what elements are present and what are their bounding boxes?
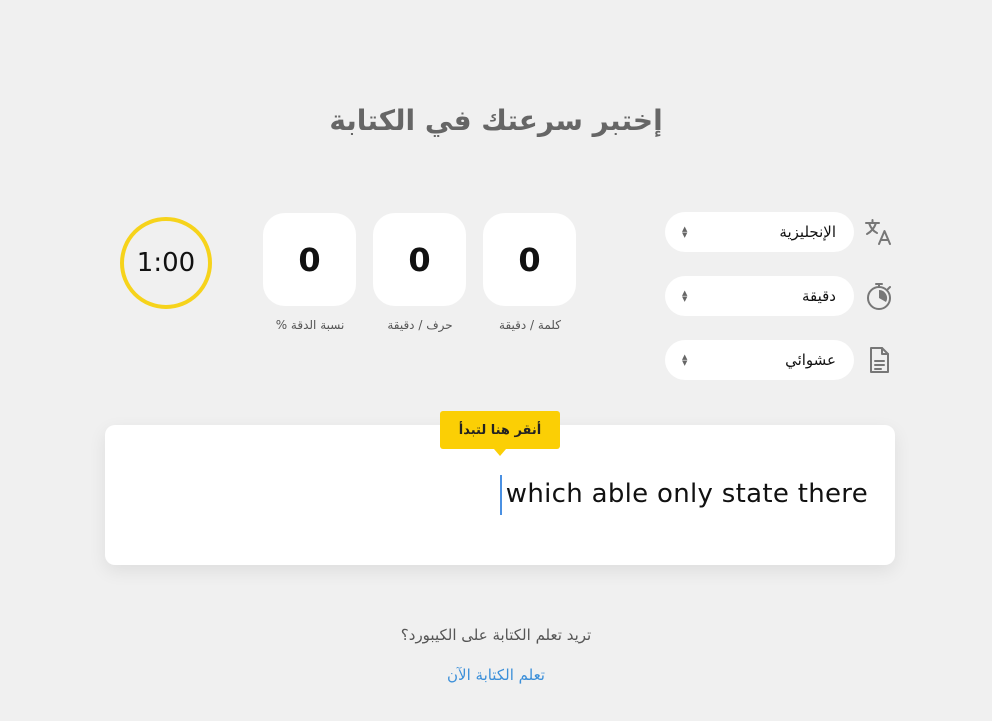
- language-value: الإنجليزية: [779, 223, 836, 241]
- chars-per-minute-value: 0: [408, 240, 431, 279]
- words-per-minute-label: كلمة / دقيقة: [499, 318, 561, 332]
- text-caret: [500, 475, 502, 515]
- stopwatch-icon: [867, 283, 891, 310]
- words-per-minute-card: 0: [483, 213, 576, 306]
- countdown-timer: 1:00: [120, 217, 212, 309]
- text-type-select[interactable]: ▲ ▼ عشوائي: [665, 340, 854, 380]
- accuracy-value: 0: [298, 240, 321, 279]
- tooltip-arrow: [494, 449, 506, 456]
- document-icon: [870, 347, 889, 373]
- translate-icon: [865, 219, 891, 245]
- page-title: إختبر سرعتك في الكتابة: [329, 104, 663, 137]
- select-arrows-icon: ▲ ▼: [682, 353, 688, 367]
- learn-typing-question: تريد تعلم الكتابة على الكيبورد؟: [400, 626, 592, 644]
- select-arrows-icon: ▲ ▼: [682, 225, 688, 239]
- duration-value: دقيقة: [801, 287, 836, 305]
- chars-per-minute-card: 0: [373, 213, 466, 306]
- chars-per-minute-label: حرف / دقيقة: [387, 318, 453, 332]
- timer-value: 1:00: [136, 248, 196, 278]
- text-type-value: عشوائي: [785, 351, 836, 369]
- accuracy-card: 0: [263, 213, 356, 306]
- words-per-minute-value: 0: [518, 240, 541, 279]
- learn-typing-link[interactable]: تعلم الكتابة الآن: [0, 666, 992, 684]
- typing-text: which able only state there: [505, 479, 868, 509]
- start-tooltip[interactable]: أنقر هنا لتبدأ: [440, 411, 560, 449]
- language-select[interactable]: ▲ ▼ الإنجليزية: [665, 212, 854, 252]
- duration-select[interactable]: ▲ ▼ دقيقة: [665, 276, 854, 316]
- select-arrows-icon: ▲ ▼: [682, 289, 688, 303]
- accuracy-label: نسبة الدقة %: [275, 318, 345, 332]
